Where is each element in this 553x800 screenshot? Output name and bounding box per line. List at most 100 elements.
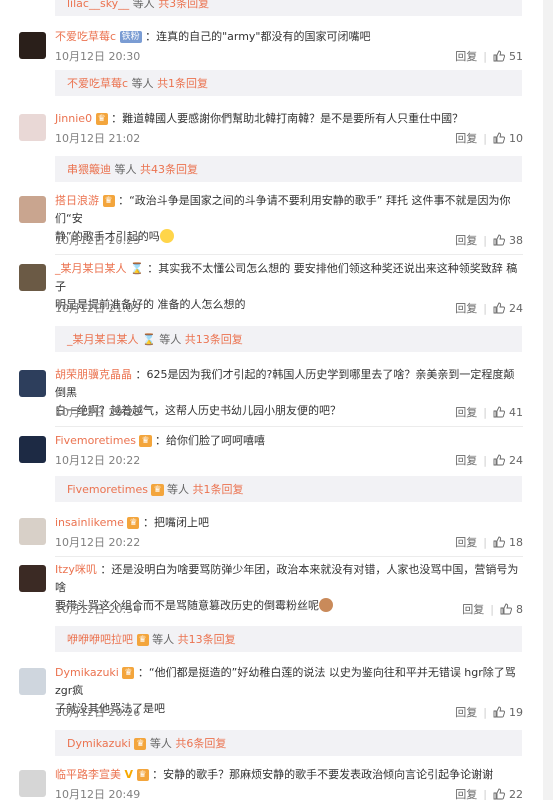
- reply-user[interactable]: _某月某日某人: [67, 333, 139, 346]
- level-icon: ♛: [122, 667, 135, 679]
- comment-text: ：把嘴闭上吧: [142, 516, 209, 529]
- reply-count[interactable]: 共1条回复: [193, 483, 244, 496]
- reply-button[interactable]: 回复: [455, 454, 477, 467]
- like-button[interactable]: 19: [493, 706, 523, 719]
- comment-text: ：给你们脸了呵呵嘻嘻: [155, 434, 266, 447]
- reply-user[interactable]: 不爱吃草莓c: [67, 77, 128, 90]
- comment-user[interactable]: 不爱吃草莓c: [55, 30, 116, 43]
- like-count: 24: [509, 454, 523, 467]
- level-icon: ♛: [136, 634, 149, 646]
- reply-summary[interactable]: 不爱吃草莓c 等人 共1条回复: [55, 70, 522, 96]
- reply-summary[interactable]: _某月某日某人 ⌛ 等人 共13条回复: [55, 326, 522, 352]
- comment-text: ：连真的自己的"army"都没有的国家可闭嘴吧: [145, 30, 371, 43]
- like-button[interactable]: 22: [493, 788, 523, 800]
- like-count: 41: [509, 406, 523, 419]
- comment-user[interactable]: 搭日浪游: [55, 194, 99, 207]
- reply-button[interactable]: 回复: [455, 536, 477, 549]
- reply-mid: 等人: [131, 77, 154, 90]
- avatar[interactable]: [19, 370, 46, 397]
- reply-button[interactable]: 回复: [455, 132, 477, 145]
- avatar[interactable]: [19, 770, 46, 797]
- reply-user[interactable]: Dymikazuki: [67, 737, 131, 750]
- reply-count[interactable]: 共13条回复: [178, 633, 236, 646]
- reply-button[interactable]: 回复: [455, 302, 477, 315]
- avatar[interactable]: [19, 436, 46, 463]
- level-icon: ♛: [95, 113, 108, 125]
- comment-user[interactable]: Dymikazuki: [55, 666, 119, 679]
- reply-summary[interactable]: 串猥簸迪 等人 共43条回复: [55, 156, 522, 182]
- reply-summary[interactable]: Dymikazuki ♛ 等人 共6条回复: [55, 730, 522, 756]
- comment-time: 10月12日 20:49: [55, 788, 141, 800]
- comment-time: 10月12日 21:05: [55, 302, 141, 315]
- thumb-up-icon: [500, 603, 512, 615]
- thumb-up-icon: [493, 454, 505, 466]
- comment-time: 10月12日 20:22: [55, 536, 141, 549]
- comment-user[interactable]: 临平路李宣美: [55, 768, 121, 781]
- thumb-up-icon: [493, 706, 505, 718]
- avatar[interactable]: [19, 264, 46, 291]
- reply-summary-top[interactable]: lilac__sky__ 等人 共3条回复: [55, 0, 522, 16]
- reply-user[interactable]: lilac__sky__: [67, 0, 129, 10]
- thumb-up-icon: [493, 50, 505, 62]
- like-count: 10: [509, 132, 523, 145]
- avatar[interactable]: [19, 668, 46, 695]
- reply-mid: 等人: [152, 633, 175, 646]
- comment-text: ：“政治斗争是国家之间的斗争请不要利用安静的歌手” 拜托 这件事不就是因为你们“…: [55, 194, 511, 225]
- reply-button[interactable]: 回复: [455, 50, 477, 63]
- reply-mid: 等人: [167, 483, 190, 496]
- reply-summary[interactable]: Fivemoretimes ♛ 等人 共1条回复: [55, 476, 522, 502]
- thumb-up-icon: [493, 234, 505, 246]
- thumb-up-icon: [493, 132, 505, 144]
- reply-count[interactable]: 共43条回复: [140, 163, 198, 176]
- thumb-up-icon: [493, 536, 505, 548]
- like-button[interactable]: 41: [493, 406, 523, 419]
- like-count: 18: [509, 536, 523, 549]
- like-count: 24: [509, 302, 523, 315]
- like-button[interactable]: 38: [493, 234, 523, 247]
- reply-button[interactable]: 回复: [455, 706, 477, 719]
- level-icon: ♛: [134, 738, 147, 750]
- reply-count[interactable]: 共13条回复: [185, 333, 243, 346]
- comment-user[interactable]: insainlikeme: [55, 516, 124, 529]
- reply-button[interactable]: 回复: [455, 234, 477, 247]
- level-icon: ♛: [127, 517, 140, 529]
- like-count: 22: [509, 788, 523, 800]
- comment-user[interactable]: _某月某日某人: [55, 262, 127, 275]
- level-icon: ♛: [102, 195, 115, 207]
- like-button[interactable]: 10: [493, 132, 523, 145]
- reply-user[interactable]: Fivemoretimes: [67, 483, 148, 496]
- avatar[interactable]: [19, 565, 46, 592]
- reply-count[interactable]: 共3条回复: [158, 0, 209, 10]
- comment-user[interactable]: 胡荣朋骥克晶晶: [55, 368, 132, 381]
- scrollbar[interactable]: [543, 0, 553, 800]
- comment-text: ：还是没明白为啥要骂防弹少年团，政治本来就没有对错，人家也没骂中国，营销号为啥: [55, 563, 519, 594]
- avatar[interactable]: [19, 518, 46, 545]
- reply-user[interactable]: 咿咿咿吧拉吧: [67, 633, 133, 646]
- like-button[interactable]: 24: [493, 302, 523, 315]
- comment-user[interactable]: Itzy咪叽: [55, 563, 97, 576]
- fan-badge: 铁粉: [119, 31, 142, 43]
- comment-user[interactable]: Fivemoretimes: [55, 434, 136, 447]
- reply-button[interactable]: 回复: [462, 603, 484, 616]
- like-button[interactable]: 18: [493, 536, 523, 549]
- thumb-up-icon: [493, 406, 505, 418]
- like-button[interactable]: 8: [500, 603, 523, 616]
- reply-count[interactable]: 共1条回复: [157, 77, 208, 90]
- comment-user[interactable]: Jinnie0: [55, 112, 92, 125]
- reply-count[interactable]: 共6条回复: [175, 737, 226, 750]
- level-icon: ♛: [136, 769, 149, 781]
- reply-button[interactable]: 回复: [455, 406, 477, 419]
- emoji-icon: [319, 598, 333, 612]
- reply-button[interactable]: 回复: [455, 788, 477, 800]
- avatar[interactable]: [19, 196, 46, 223]
- reply-user[interactable]: 串猥簸迪: [67, 163, 111, 176]
- like-button[interactable]: 24: [493, 454, 523, 467]
- comment-panel: lilac__sky__ 等人 共3条回复 不爱吃草莓c 铁粉 ：连真的自己的"…: [0, 0, 553, 800]
- avatar[interactable]: [19, 114, 46, 141]
- like-button[interactable]: 51: [493, 50, 523, 63]
- avatar[interactable]: [19, 32, 46, 59]
- comment-time: 10月12日 20:26: [55, 706, 141, 719]
- divider: [55, 254, 523, 255]
- verified-v-icon: V: [124, 768, 134, 781]
- reply-summary[interactable]: 咿咿咿吧拉吧 ♛ 等人 共13条回复: [55, 626, 522, 652]
